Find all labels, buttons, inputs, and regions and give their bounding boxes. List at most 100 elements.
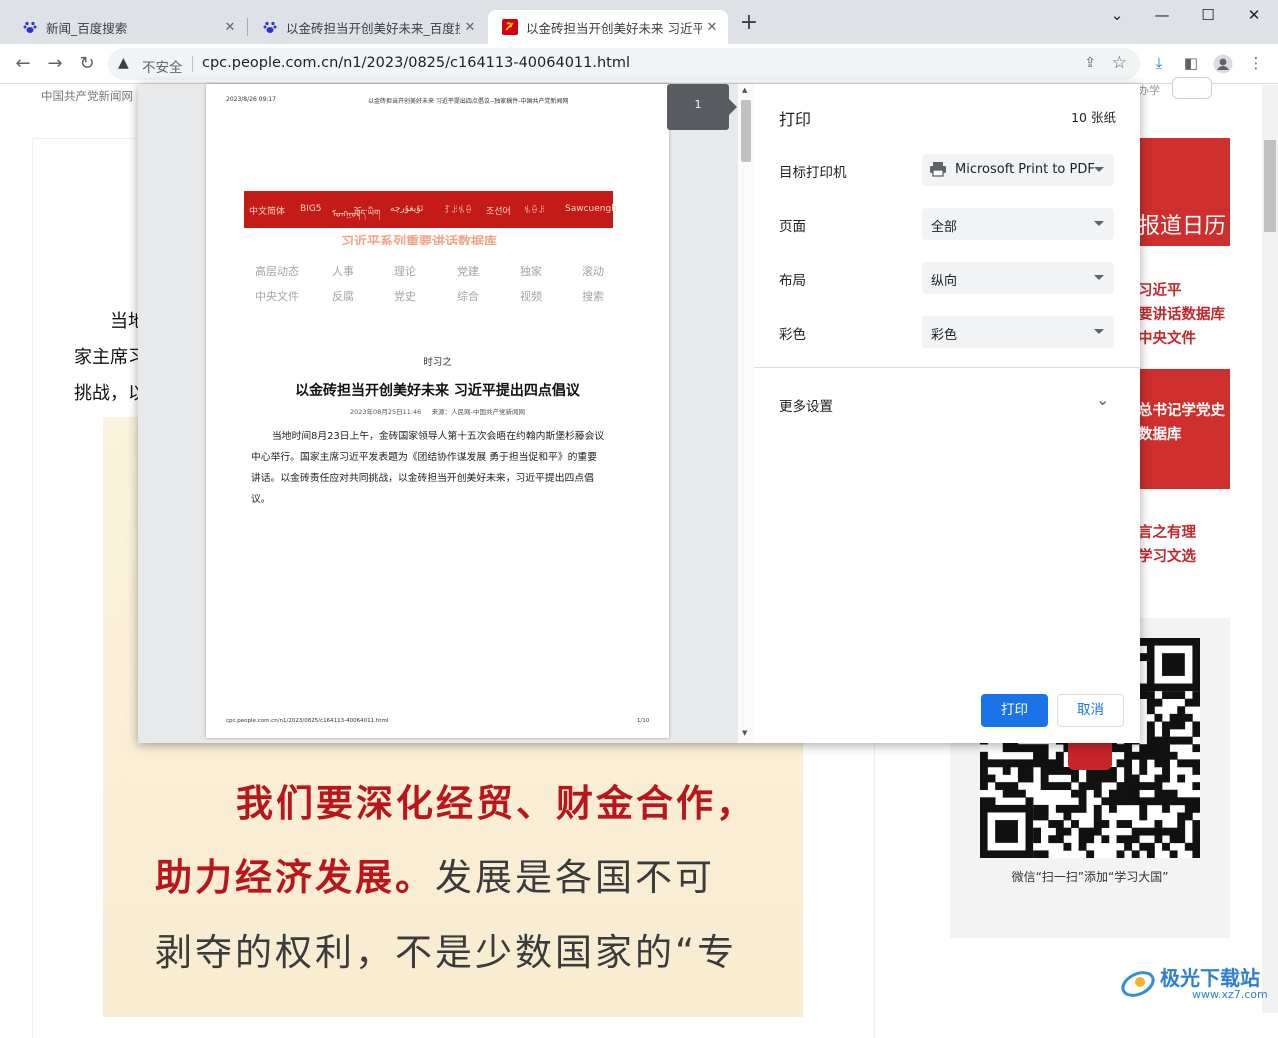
preview-scrollbar[interactable]: ▲ ▼ <box>738 84 754 743</box>
sidebar-link[interactable]: 习近平 <box>1138 279 1182 300</box>
dropdown-arrow-icon <box>1094 167 1104 172</box>
scroll-down-arrow-icon[interactable]: ▼ <box>742 729 747 737</box>
column-name: 时习之 <box>423 357 452 368</box>
minimize-button[interactable]: — <box>1150 6 1174 26</box>
lang-item: BIG5 <box>300 204 322 214</box>
nav-item: 中央文件 <box>255 290 299 303</box>
nav-item: 视频 <box>520 290 542 303</box>
poster-line: 我们要深化经贸、财金合作， <box>236 773 756 827</box>
calendar-title: 报道日历 <box>1138 214 1227 239</box>
preview-header-date: 2023/8/26 09:17 <box>226 96 276 103</box>
tab-strip: 新闻_百度搜索 ✕ 以金砖担当开创美好未来_百度搜 ✕ 以金砖担当开创美好未来 … <box>0 0 1278 44</box>
scrollbar-thumb[interactable] <box>1264 140 1276 232</box>
language-bar: 中文简体 BIG5 ᠮᠣᠩᠭᠣᠯ ཀོད་ཡིག ئۇيغۇرچە ꆈꌠꁱꂷ 조… <box>244 191 617 228</box>
layout-value: 纵向 <box>931 274 958 289</box>
nav-item: 搜索 <box>582 290 604 303</box>
article-title: 以金砖担当开创美好未来 习近平提出四点倡议 <box>295 383 580 399</box>
preview-scroll-thumb[interactable] <box>741 100 751 162</box>
warning-triangle-icon[interactable]: ▲ <box>118 55 129 71</box>
partial-link[interactable]: 办学 <box>1138 82 1160 98</box>
nav-item: 党建 <box>457 265 479 278</box>
dropdown-arrow-icon <box>1094 275 1104 280</box>
nav-item: 理论 <box>394 265 416 278</box>
destination-select[interactable]: Microsoft Print to PDF <box>922 154 1114 186</box>
sidebar-link[interactable]: 学习文选 <box>1138 545 1196 566</box>
nav-item: 综合 <box>457 290 479 303</box>
close-tab-icon[interactable]: ✕ <box>460 20 480 35</box>
dropdown-arrow-icon <box>1094 329 1104 334</box>
baidu-paw-icon <box>262 19 278 35</box>
reload-icon[interactable]: ↻ <box>76 53 98 75</box>
poster-text: 我们要深化经贸、财金合作， <box>236 782 756 825</box>
chevron-down-icon: ⌄ <box>1096 390 1110 409</box>
article-meta: 2023年08月25日11:46 来源：人民网-中国共产党新闻网 <box>350 408 525 416</box>
preview-header-title: 以金砖担当开创美好未来 习近平提出四点倡议--独家稿件-中国共产党新闻网 <box>368 98 569 105</box>
lang-item: 中文简体 <box>249 207 286 217</box>
back-arrow-icon[interactable]: ← <box>12 53 34 75</box>
lang-item: 조선어 <box>486 207 511 217</box>
url-text[interactable]: cpc.people.com.cn/n1/2023/0825/c164113-4… <box>202 55 630 71</box>
close-window-button[interactable]: ✕ <box>1242 6 1266 26</box>
article-paragraph-line: 议。 <box>251 494 271 505</box>
more-settings-label: 更多设置 <box>779 399 833 415</box>
layout-label: 布局 <box>779 273 806 289</box>
sidebar-link[interactable]: 中央文件 <box>1138 327 1196 348</box>
color-value: 彩色 <box>931 328 958 343</box>
divider <box>192 56 193 72</box>
poster-line: 助力经济发展。发展是各国不可 <box>155 847 715 901</box>
pages-label: 页面 <box>779 219 806 235</box>
download-site-watermark: 极光下载站 www.xz7.com <box>1118 960 1278 1010</box>
banner-line: 总书记学党史 <box>1138 403 1225 419</box>
tab-baidu-search[interactable]: 以金砖担当开创美好未来_百度搜 ✕ <box>248 10 486 44</box>
preview-page: 2023/8/26 09:17 以金砖担当开创美好未来 习近平提出四点倡议--独… <box>206 84 669 738</box>
download-icon[interactable]: ⤓ <box>1148 54 1170 76</box>
sidebar-link[interactable]: 言之有理 <box>1138 521 1196 542</box>
poster-text: 剥夺的权利，不是少数国家的“专 <box>155 931 738 974</box>
pages-select[interactable]: 全部 <box>922 208 1114 240</box>
layout-select[interactable]: 纵向 <box>922 262 1114 294</box>
nav-item: 人事 <box>332 265 354 278</box>
site-name: 中国共产党新闻网 <box>41 89 133 103</box>
tab-baidu-news[interactable]: 新闻_百度搜索 ✕ <box>8 10 246 44</box>
maximize-button[interactable]: ☐ <box>1196 6 1220 26</box>
page-number-badge: 1 <box>667 84 737 130</box>
qr-caption: 微信“扫一扫”添加“学习大国” <box>1011 870 1169 884</box>
print-button[interactable]: 打印 <box>981 694 1048 727</box>
sheet-count: 10 张纸 <box>1071 110 1116 125</box>
forward-arrow-icon[interactable]: → <box>44 53 66 75</box>
scroll-up-arrow-icon[interactable]: ▲ <box>742 86 747 94</box>
profile-avatar-icon[interactable] <box>1212 54 1234 76</box>
address-bar[interactable]: ▲ 不安全 cpc.people.com.cn/n1/2023/0825/c16… <box>108 48 1140 80</box>
more-settings-toggle[interactable]: 更多设置 ⌄ <box>754 368 1140 440</box>
color-label: 彩色 <box>779 327 806 343</box>
tab-title: 新闻_百度搜索 <box>46 20 128 36</box>
color-select[interactable]: 彩色 <box>922 316 1114 348</box>
aurora-logo-icon <box>1121 971 1155 997</box>
page-number: 1 <box>694 98 702 111</box>
preview-footer-url: cpc.people.com.cn/n1/2023/0825/c164113-4… <box>226 718 389 724</box>
poster-text: 发展是各国不可 <box>435 856 715 899</box>
article-paragraph-line: 讲话。以金砖责任应对共同挑战，以金砖担当开创美好未来，习近平提出四点倡 <box>251 473 594 484</box>
close-tab-icon[interactable]: ✕ <box>702 20 722 35</box>
close-tab-icon[interactable]: ✕ <box>220 20 240 35</box>
sidebar-link[interactable]: 要讲话数据库 <box>1138 303 1225 324</box>
bookmark-star-icon[interactable]: ☆ <box>1112 53 1127 73</box>
header-box[interactable] <box>1172 77 1212 99</box>
cancel-button[interactable]: 取消 <box>1057 694 1124 727</box>
poster-text: 助力经济发展。 <box>155 856 435 899</box>
tab-search-icon[interactable]: ⌄ <box>1105 6 1129 26</box>
page-scrollbar[interactable] <box>1262 85 1278 1013</box>
new-tab-button[interactable]: + <box>738 12 760 35</box>
nav-item: 党史 <box>394 290 416 303</box>
destination-value: Microsoft Print to PDF <box>955 162 1095 177</box>
share-icon[interactable]: ⇪ <box>1084 55 1096 71</box>
destination-label: 目标打印机 <box>779 165 847 181</box>
lang-item: ཀོད་ཡིག <box>354 209 381 219</box>
security-label[interactable]: 不安全 <box>142 56 183 76</box>
watermark-url: www.xz7.com <box>1192 988 1268 1001</box>
tab-cpc-article[interactable]: 以金砖担当开创美好未来 习近平 ✕ <box>488 10 728 44</box>
more-menu-icon[interactable]: ⋮ <box>1245 54 1267 76</box>
side-panel-icon[interactable]: ◧ <box>1180 54 1202 76</box>
print-settings-panel: 打印 10 张纸 目标打印机 Microsoft Print to PDF 页面… <box>754 84 1140 743</box>
print-preview-area: 2023/8/26 09:17 以金砖担当开创美好未来 习近平提出四点倡议--独… <box>138 84 754 743</box>
